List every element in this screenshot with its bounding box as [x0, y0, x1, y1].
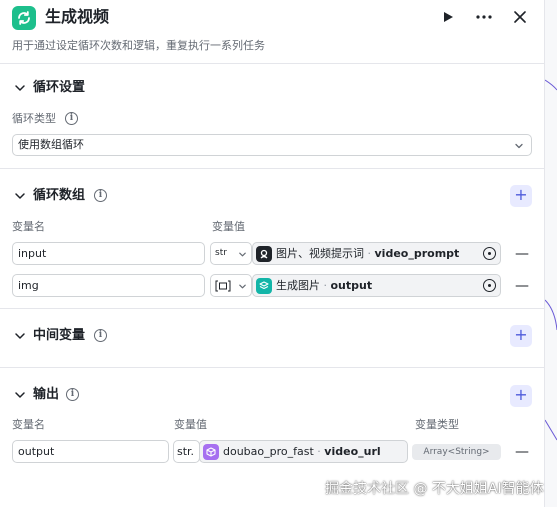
model-node-icon: [256, 246, 272, 262]
loop-node-icon: [12, 6, 36, 30]
output-name-input[interactable]: output: [12, 440, 169, 463]
output-name-value: output: [18, 445, 55, 458]
variable-reference[interactable]: 图片、视频提示词 · video_prompt: [252, 242, 501, 265]
add-loop-array-button[interactable]: +: [510, 185, 532, 207]
source-variable-name: video_url: [324, 445, 381, 458]
variable-name-input[interactable]: img: [12, 274, 205, 297]
loop-type-label: 循环类型: [12, 112, 56, 125]
chevron-down-icon: [515, 143, 523, 149]
node-description: 用于通过设定循环次数和逻辑，重复执行一系列任务: [12, 39, 265, 52]
column-header-type: 变量类型: [415, 418, 459, 431]
column-header-name: 变量名: [12, 220, 45, 233]
section-title-output: 输出: [33, 387, 60, 402]
column-header-value: 变量值: [212, 220, 245, 233]
add-output-button[interactable]: +: [510, 385, 532, 407]
chevron-down-icon[interactable]: [14, 389, 26, 401]
panel-header: 生成视频 用于通过设定循环次数和逻辑，重复执行一系列任务: [0, 0, 545, 62]
separator: ·: [320, 279, 331, 292]
column-header-name: 变量名: [12, 418, 45, 431]
add-intermediate-button[interactable]: +: [510, 325, 532, 347]
connection-lines: [545, 79, 557, 441]
more-icon: [476, 15, 492, 19]
section-title-loop-settings: 循环设置: [33, 80, 86, 95]
divider: [0, 168, 545, 169]
variable-name-value: input: [18, 247, 47, 260]
info-icon[interactable]: i: [94, 329, 107, 342]
column-header-value: 变量值: [174, 418, 207, 431]
chevron-down-icon: [239, 284, 246, 289]
loop-type-select[interactable]: 使用数组循环: [12, 134, 532, 156]
canvas-edge: [545, 0, 557, 507]
variable-reference[interactable]: 生成图片 · output: [252, 274, 501, 297]
chevron-down-icon[interactable]: [14, 82, 26, 94]
info-icon[interactable]: i: [66, 388, 79, 401]
variable-name-value: img: [18, 279, 39, 292]
more-button[interactable]: [473, 6, 495, 28]
variable-reference[interactable]: doubao_pro_fast · video_url: [199, 440, 408, 463]
variable-type-badge: Array<String>: [412, 444, 501, 460]
node-title[interactable]: 生成视频: [45, 6, 109, 28]
divider: [0, 367, 545, 368]
remove-row-button[interactable]: —: [515, 279, 529, 293]
chevron-down-icon: [239, 252, 246, 257]
remove-row-button[interactable]: —: [515, 247, 529, 261]
source-variable-name: output: [330, 279, 373, 292]
info-icon[interactable]: i: [94, 189, 107, 202]
variable-name-input[interactable]: input: [12, 242, 205, 265]
type-array-image-icon: [215, 280, 231, 292]
watermark: 掘金技术社区 @ 不大姐姐AI智能体: [325, 481, 544, 497]
chevron-down-icon[interactable]: [14, 190, 26, 202]
play-icon: [444, 12, 453, 22]
separator: ·: [313, 445, 325, 458]
type-str-icon: str.: [177, 445, 195, 458]
info-icon[interactable]: i: [65, 112, 78, 125]
close-icon: [514, 11, 526, 23]
close-button[interactable]: [509, 6, 531, 28]
image-node-icon: [256, 278, 272, 294]
type-str-icon: str: [215, 248, 227, 258]
chevron-down-icon[interactable]: [14, 330, 26, 342]
remove-row-button[interactable]: —: [515, 445, 529, 459]
node-settings-panel: 生成视频 用于通过设定循环次数和逻辑，重复执行一系列任务 循环设置 循环类型 i…: [0, 0, 545, 507]
run-button[interactable]: [437, 6, 459, 28]
divider: [0, 63, 545, 64]
value-type-select[interactable]: str.: [173, 440, 200, 463]
target-icon[interactable]: [483, 279, 496, 292]
loop-type-value: 使用数组循环: [18, 138, 84, 151]
source-node-name: 图片、视频提示词: [276, 247, 364, 260]
section-title-intermediate: 中间变量: [33, 328, 86, 343]
divider: [0, 308, 545, 309]
target-icon[interactable]: [483, 247, 496, 260]
section-title-loop-array: 循环数组: [33, 188, 86, 203]
source-node-name: doubao_pro_fast: [223, 445, 314, 458]
source-variable-name: video_prompt: [374, 247, 460, 260]
separator: ·: [364, 247, 375, 260]
video-node-icon: [203, 444, 219, 460]
value-type-select[interactable]: [□]: [210, 274, 252, 297]
source-node-name: 生成图片: [276, 279, 320, 292]
value-type-select[interactable]: str: [210, 242, 252, 265]
